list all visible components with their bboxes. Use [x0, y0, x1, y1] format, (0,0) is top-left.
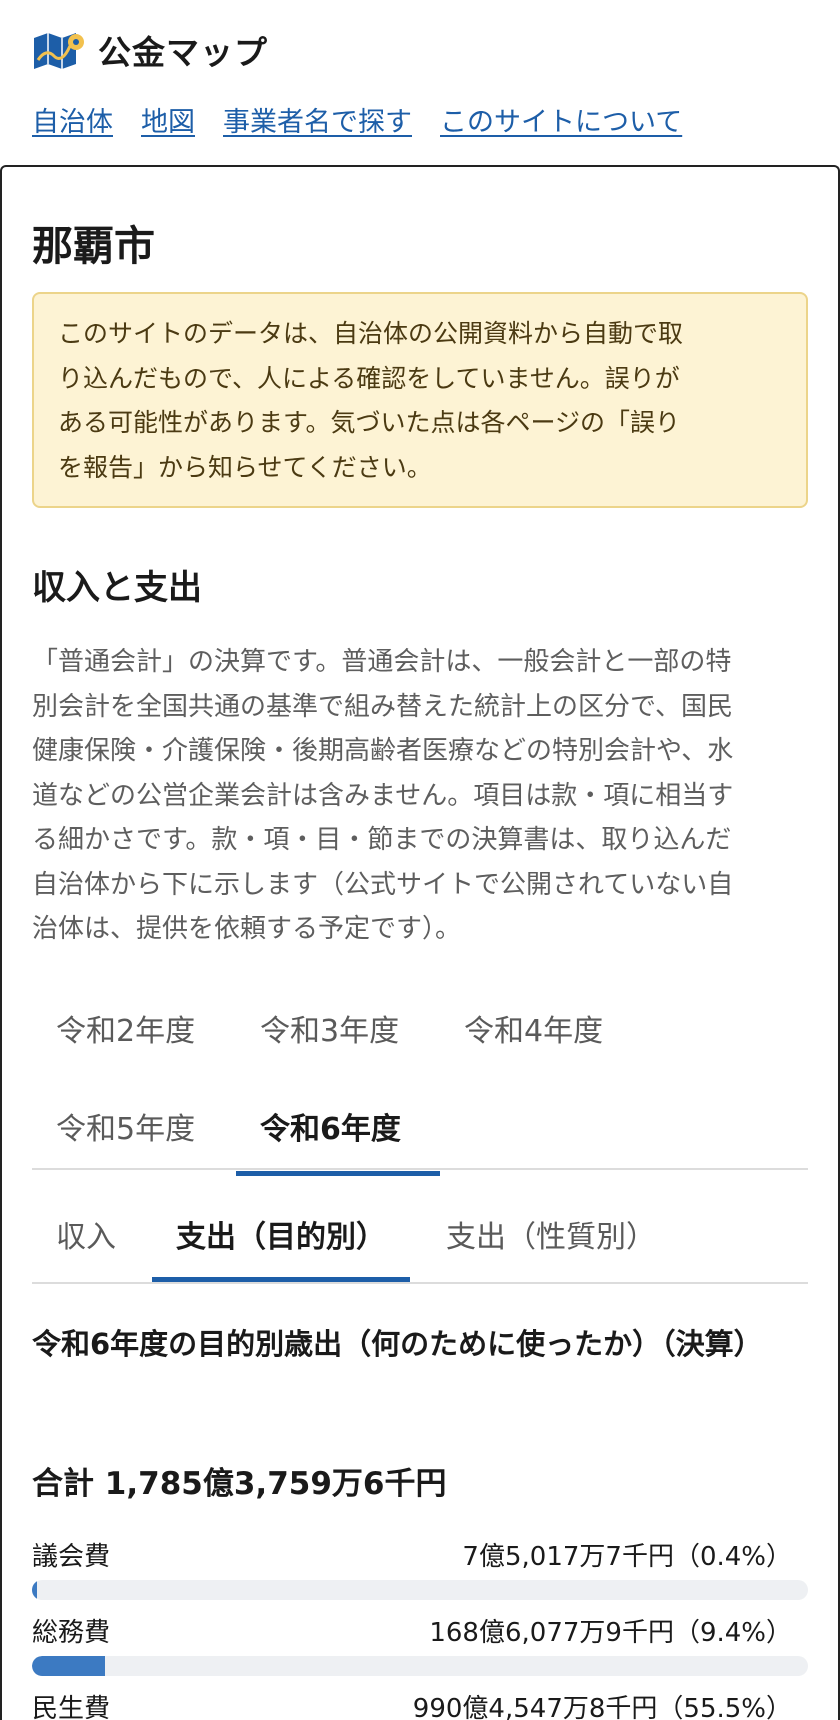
expense-item: 民生費 990億4,547万8千円（55.5%） — [32, 1688, 808, 1720]
description-line: 健康保険・介護保険・後期高齢者医療などの特別会計や、水 — [32, 736, 734, 766]
site-title[interactable]: 公金マップ — [98, 26, 268, 74]
description-line: 治体は、提供を依頼する予定です）。 — [32, 914, 462, 944]
description-line: る細かさです。款・項・目・節までの決算書は、取り込んだ — [32, 825, 732, 855]
total-line: 合計 1,785億3,759万6千円 — [32, 1458, 446, 1503]
tab-year-r6[interactable]: 令和6年度 — [236, 1078, 440, 1176]
notice-line: を報告」から知らせてください。 — [58, 452, 432, 482]
notice-line: このサイトのデータは、自治体の公開資料から自動で取 — [58, 319, 684, 348]
expense-bar-fill — [32, 1656, 105, 1676]
expense-amount: 168億6,077万9千円（9.4%） — [429, 1618, 792, 1648]
expense-item: 議会費 7億5,017万7千円（0.4%） — [32, 1536, 808, 1612]
expense-name: 総務費 — [32, 1618, 111, 1648]
total-value: 1,785億3,759万6千円 — [104, 1466, 447, 1502]
top-nav: 自治体 地図 事業者名で探す このサイトについて — [32, 100, 682, 139]
site-header: 公金マップ — [32, 26, 268, 74]
total-label: 合計 — [32, 1466, 94, 1502]
expense-amount: 990億4,547万8千円（55.5%） — [412, 1694, 792, 1720]
kind-tabs: 収入 支出（目的別） 支出（性質別） — [32, 1192, 680, 1282]
map-logo-icon[interactable] — [32, 30, 86, 70]
tab-revenue[interactable]: 収入 — [32, 1192, 140, 1282]
nav-link-search-business[interactable]: 事業者名で探す — [223, 100, 412, 139]
expense-list: 議会費 7億5,017万7千円（0.4%） 総務費 168億6,077万9千円（… — [32, 1536, 808, 1720]
chart-title: 令和6年度の目的別歳出（何のために使ったか）（決算） — [32, 1327, 763, 1361]
expense-bar-fill — [32, 1580, 37, 1600]
nav-link-about[interactable]: このサイトについて — [440, 100, 682, 139]
tab-year-r4[interactable]: 令和4年度 — [440, 980, 644, 1078]
description-line: 別会計を全国共通の基準で組み替えた統計上の区分で、国民 — [32, 691, 733, 722]
tab-expenditure-purpose[interactable]: 支出（目的別） — [152, 1192, 410, 1282]
tab-year-r5[interactable]: 令和5年度 — [32, 1078, 236, 1176]
nav-link-map[interactable]: 地図 — [141, 100, 195, 139]
section-title: 収入と支出 — [32, 568, 202, 608]
kind-tabs-divider — [32, 1282, 808, 1284]
year-tabs-divider — [32, 1168, 808, 1170]
year-tabs: 令和2年度 令和3年度 令和4年度 令和5年度 令和6年度 — [32, 980, 808, 1176]
description-line: 道などの公営企業会計は含みません。項目は款・項に相当す — [32, 780, 734, 811]
nav-link-municipality[interactable]: 自治体 — [32, 100, 113, 139]
expense-name: 民生費 — [32, 1694, 111, 1720]
tab-year-r2[interactable]: 令和2年度 — [32, 980, 236, 1078]
tab-expenditure-nature[interactable]: 支出（性質別） — [422, 1192, 680, 1282]
notice-line: ある可能性があります。気づいた点は各ページの「誤り — [58, 408, 681, 437]
section-description: 「普通会計」の決算です。普通会計は、一般会計と一部の特 別会計を全国共通の基準で… — [32, 640, 812, 952]
expense-amount: 7億5,017万7千円（0.4%） — [462, 1542, 792, 1572]
page-title: 那覇市 — [32, 222, 155, 270]
expense-name: 議会費 — [32, 1542, 111, 1572]
expense-bar-track — [32, 1580, 808, 1600]
tab-year-r3[interactable]: 令和3年度 — [236, 980, 440, 1078]
notice-line: り込んだもので、人による確認をしていません。誤りが — [58, 363, 680, 393]
description-line: 自治体から下に示します（公式サイトで公開されていない自 — [32, 869, 734, 900]
expense-item: 総務費 168億6,077万9千円（9.4%） — [32, 1612, 808, 1688]
expense-bar-track — [32, 1656, 808, 1676]
data-notice: このサイトのデータは、自治体の公開資料から自動で取 り込んだもので、人による確認… — [32, 292, 808, 508]
description-line: 「普通会計」の決算です。普通会計は、一般会計と一部の特 — [32, 647, 732, 677]
